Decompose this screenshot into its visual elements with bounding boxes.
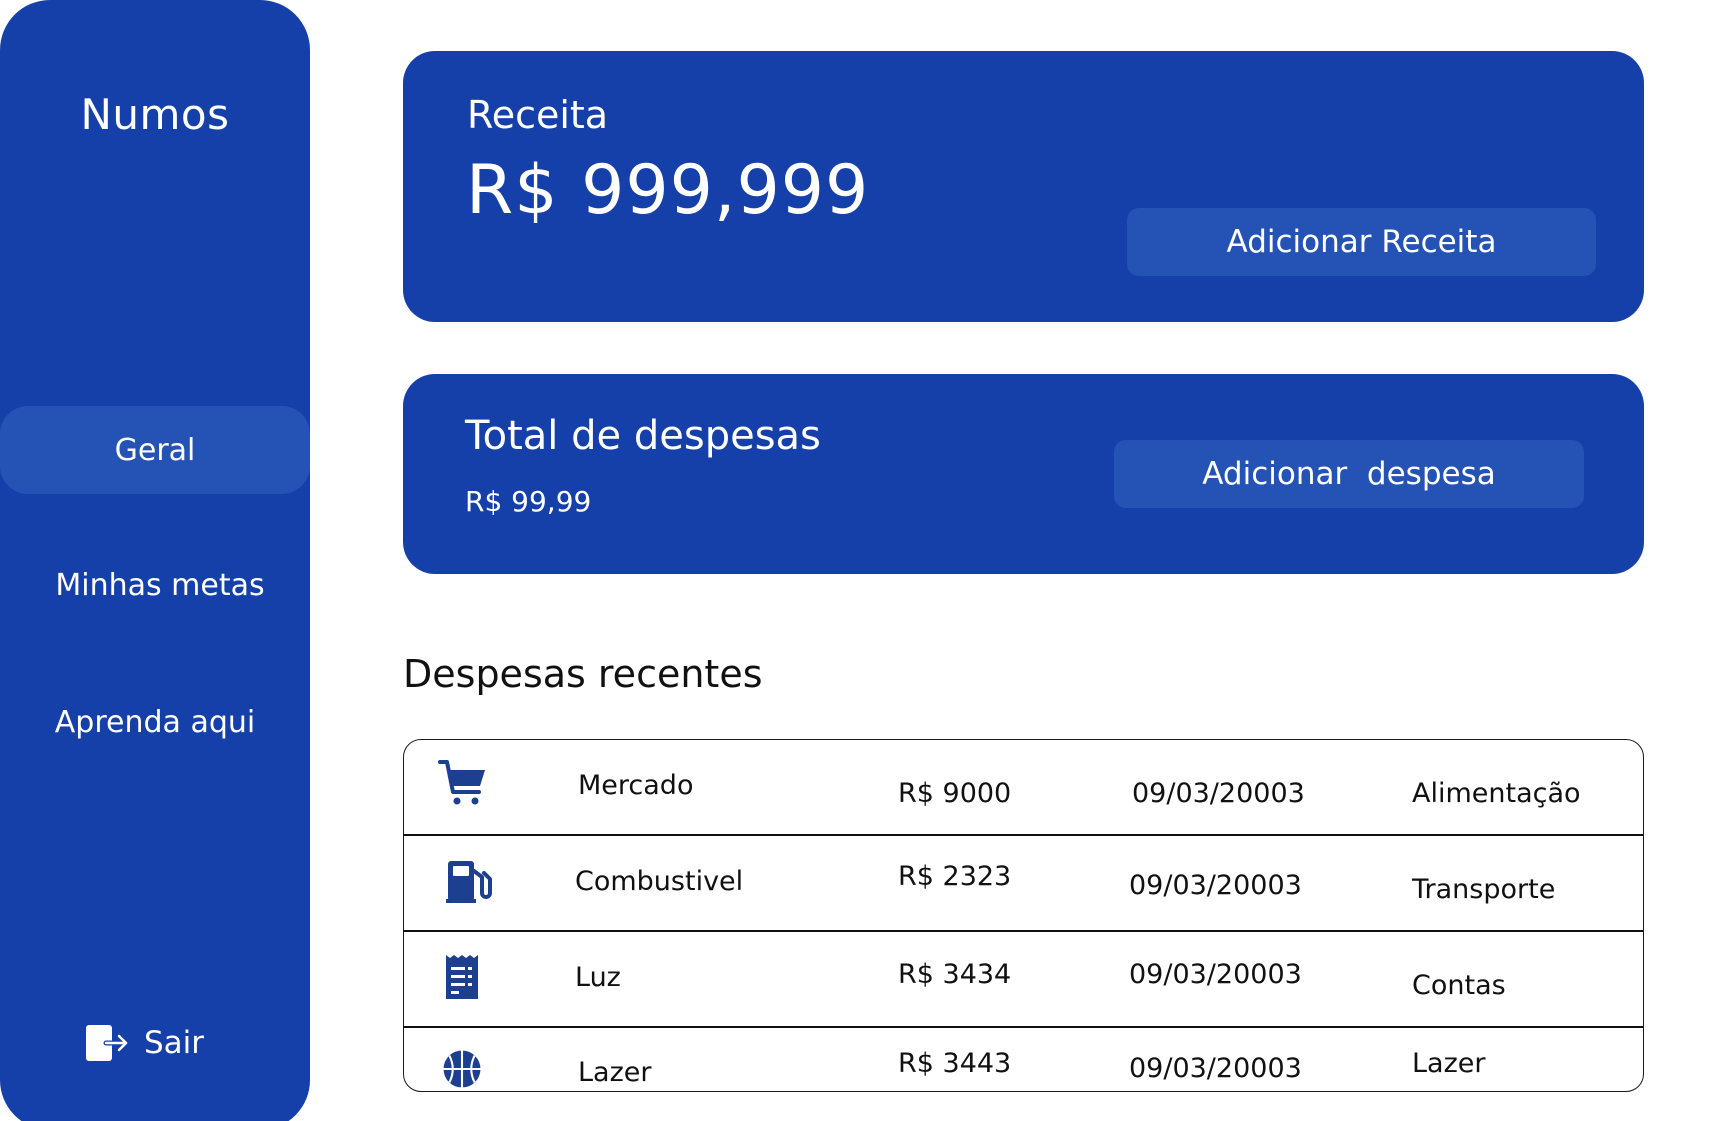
sidebar-item-geral[interactable]: Geral — [0, 406, 310, 494]
expense-date: 09/03/20003 — [1129, 1053, 1302, 1084]
expense-category: Contas — [1412, 970, 1506, 1001]
expense-date: 09/03/20003 — [1129, 959, 1302, 990]
despesas-title: Total de despesas — [465, 413, 821, 459]
despesas-value: R$ 99,99 — [465, 485, 592, 518]
expense-date: 09/03/20003 — [1132, 778, 1305, 809]
expense-amount: R$ 3443 — [898, 1048, 1012, 1079]
expense-category: Alimentação — [1412, 778, 1581, 809]
fuel-icon — [444, 857, 494, 907]
sidebar-item-label: Geral — [114, 432, 196, 468]
brand-logo: Numos — [80, 90, 230, 139]
logout-label: Sair — [144, 1025, 205, 1061]
recent-expenses-title: Despesas recentes — [403, 652, 763, 696]
cart-icon — [438, 758, 488, 808]
expense-name: Combustivel — [575, 866, 744, 897]
receita-value: R$ 999,999 — [466, 151, 870, 230]
sidebar: Numos Geral Minhas metas Aprenda aqui Sa… — [0, 0, 310, 1121]
expense-name: Mercado — [578, 770, 694, 801]
add-receita-button[interactable]: Adicionar Receita — [1127, 208, 1596, 276]
despesas-card: Total de despesas R$ 99,99 Adicionar des… — [403, 374, 1644, 574]
add-despesa-button[interactable]: Adicionar despesa — [1114, 440, 1584, 508]
expense-date: 09/03/20003 — [1129, 870, 1302, 901]
sidebar-item-label: Aprenda aqui — [54, 704, 256, 740]
expense-category: Lazer — [1412, 1048, 1486, 1079]
receita-card: Receita R$ 999,999 Adicionar Receita — [403, 51, 1644, 322]
table-row[interactable]: Mercado R$ 9000 09/03/20003 Alimentação — [404, 740, 1643, 836]
expense-amount: R$ 3434 — [898, 959, 1012, 990]
sidebar-item-minhas-metas[interactable]: Minhas metas — [5, 541, 315, 629]
sidebar-item-aprenda-aqui[interactable]: Aprenda aqui — [0, 678, 310, 766]
expense-category: Transporte — [1412, 874, 1556, 905]
expense-name: Lazer — [578, 1057, 652, 1088]
table-row[interactable]: Combustivel R$ 2323 09/03/20003 Transpor… — [404, 836, 1643, 932]
basketball-icon — [441, 1048, 483, 1090]
logout-button[interactable]: Sair — [84, 1023, 204, 1063]
dashboard-page: Numos Geral Minhas metas Aprenda aqui Sa… — [0, 0, 1725, 1121]
table-row[interactable]: Lazer R$ 3443 09/03/20003 Lazer — [404, 1028, 1643, 1091]
expense-amount: R$ 9000 — [898, 778, 1012, 809]
receita-title: Receita — [467, 93, 609, 137]
expense-name: Luz — [575, 962, 621, 993]
recent-expenses-table: Mercado R$ 9000 09/03/20003 Alimentação … — [403, 739, 1644, 1092]
logout-icon — [84, 1023, 130, 1063]
receipt-icon — [440, 953, 490, 1003]
sidebar-item-label: Minhas metas — [55, 567, 265, 603]
table-row[interactable]: Luz R$ 3434 09/03/20003 Contas — [404, 932, 1643, 1028]
expense-amount: R$ 2323 — [898, 861, 1012, 892]
